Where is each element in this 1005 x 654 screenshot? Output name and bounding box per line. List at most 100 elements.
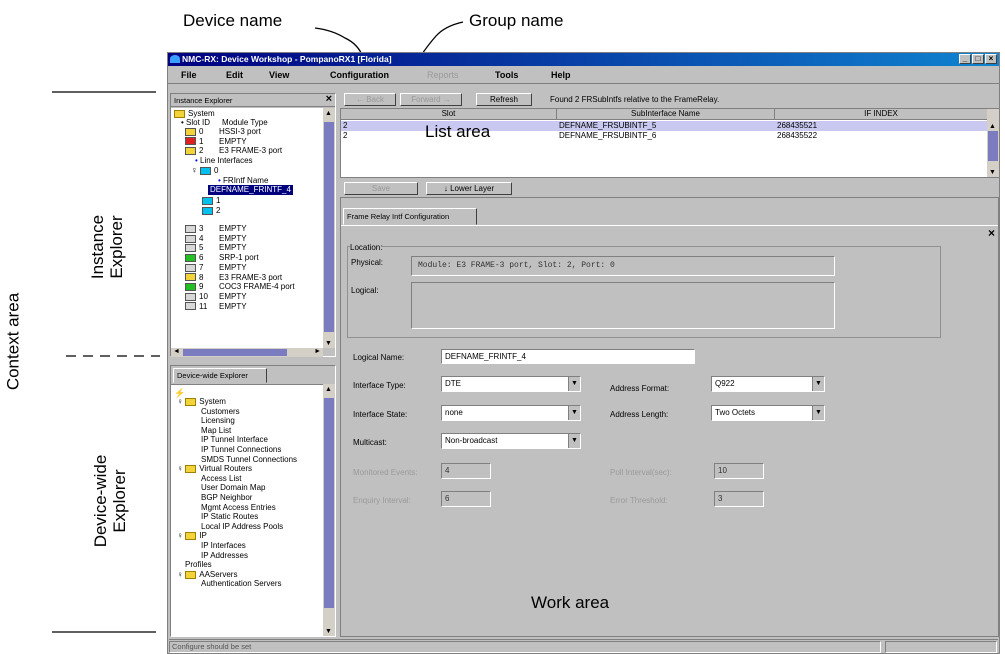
scroll-thumb[interactable] [988,131,998,161]
scroll-up-icon: ▲ [989,123,996,130]
menu-view[interactable]: View [269,70,289,80]
slot-node[interactable]: 5 EMPTY [185,243,247,253]
device-tree-item[interactable]: Profiles [185,560,212,570]
refresh-button[interactable]: Refresh [476,93,532,106]
logical-name-input[interactable]: DEFNAME_FRINTF_4 [441,349,695,364]
slot-node[interactable]: 9 COC3 FRAME-4 port [185,282,295,292]
table-cell: 2 [343,121,348,130]
scroll-down-icon: ▼ [325,628,332,635]
work-toolbar: Save ↓ Lower Layer [340,181,999,196]
device-tree-item[interactable]: Licensing [201,416,235,426]
device-tree-item[interactable]: BGP Neighbor [201,493,252,503]
close-window-button[interactable]: × [985,54,997,64]
interface-state-select[interactable]: none ▼ [441,405,581,421]
menu-help[interactable]: Help [551,70,571,80]
menu-configuration[interactable]: Configuration [330,70,389,80]
device-explorer-tab[interactable]: Device-wide Explorer [173,368,267,383]
folder-icon [174,109,185,118]
menu-file[interactable]: File [181,70,197,80]
device-tree-item[interactable]: IP Tunnel Interface [201,435,268,445]
device-tree-item[interactable]: Local IP Address Pools [201,522,283,532]
folder-icon [185,397,197,406]
back-button[interactable]: ← Back [344,93,396,106]
device-vertical-scrollbar[interactable]: ▲ ▼ [323,384,335,636]
device-tree-item[interactable]: Customers [201,407,240,417]
device-tree-folder[interactable]: ♀ IP [177,531,207,541]
interface-type-select[interactable]: DTE ▼ [441,376,581,392]
forward-button[interactable]: Forward → [400,93,462,106]
menu-tools[interactable]: Tools [495,70,518,80]
column-slot[interactable]: Slot [341,109,557,120]
selected-frintf-node[interactable]: DEFNAME_FRINTF_4 [208,185,293,195]
scroll-thumb[interactable] [324,398,334,608]
sub-1-node[interactable]: 1 [202,196,220,206]
scroll-down-icon: ▼ [325,340,332,347]
module-icon [185,137,196,146]
module-icon [185,127,196,136]
expand-icon[interactable]: ♀ [177,397,185,406]
module-icon [185,224,196,233]
device-tree-item[interactable]: IP Tunnel Connections [201,445,281,455]
device-tree-item[interactable]: IP Interfaces [201,541,246,551]
sub-0-node[interactable]: ♀ 0 [191,165,218,176]
multicast-label: Multicast: [353,438,387,447]
close-tab-button[interactable]: × [988,226,995,240]
device-tree-item[interactable]: Access List [201,474,241,484]
device-tree-folder[interactable]: ♀ AAServers [177,570,237,580]
device-tree-item[interactable]: SMDS Tunnel Connections [201,455,297,465]
slot-node[interactable]: 11 EMPTY [185,302,247,312]
device-tree-item[interactable]: User Domain Map [201,483,265,493]
instance-explorer-close-button[interactable]: × [326,93,332,105]
slot-node[interactable]: 7 EMPTY [185,263,247,273]
address-length-select[interactable]: Two Octets ▼ [711,405,825,421]
scroll-left-icon: ◄ [173,348,180,355]
line-interfaces-node[interactable]: • Line Interfaces [195,156,253,166]
module-icon [185,147,196,156]
table-cell: DEFNAME_FRSUBINTF_6 [559,131,657,140]
scroll-thumb[interactable] [324,122,334,332]
slot-node[interactable]: 2 E3 FRAME-3 port [185,146,282,156]
slot-node[interactable]: 6 SRP-1 port [185,253,259,263]
address-format-select[interactable]: Q922 ▼ [711,376,825,392]
column-if-index[interactable]: IF INDEX [775,109,987,120]
lower-layer-button[interactable]: ↓ Lower Layer [426,182,512,195]
slot-node[interactable]: 8 E3 FRAME-3 port [185,273,282,283]
device-workshop-window: NMC-RX: Device Workshop - PompanoRX1 [Fl… [167,52,1000,654]
save-button[interactable]: Save [344,182,418,195]
location-label: Location: [350,243,383,252]
menu-edit[interactable]: Edit [226,70,243,80]
device-tree-folder[interactable]: ♀ Virtual Routers [177,464,252,474]
slot-node[interactable]: 10 EMPTY [185,292,247,302]
hscroll-thumb[interactable] [183,349,287,356]
device-tree-item[interactable]: Map List [201,426,231,436]
monitored-events-label: Monitored Events: [353,468,418,477]
device-tree-item[interactable]: Authentication Servers [201,579,282,589]
instance-vertical-scrollbar[interactable]: ▲ ▼ [323,108,335,348]
slot-node[interactable]: 0 HSSI-3 port [185,127,261,137]
expand-icon[interactable]: ♀ [177,464,185,473]
status-bar: Configure should be set [169,639,998,653]
list-scrollbar[interactable]: ▲ ▼ [987,109,999,177]
maximize-button[interactable]: □ [972,54,984,64]
device-tree-item[interactable]: IP Static Routes [201,512,258,522]
menu-reports[interactable]: Reports [427,70,459,80]
module-icon [185,292,196,301]
column-subinterface-name[interactable]: SubInterface Name [557,109,775,120]
slot-node[interactable]: 1 EMPTY [185,137,247,147]
expand-icon[interactable]: ♀ [177,531,185,540]
slot-node[interactable]: 3 EMPTY [185,224,247,234]
folder-icon [185,532,197,541]
device-tree-item[interactable]: Mgmt Access Entries [201,503,276,513]
device-tree-folder[interactable]: ♀ System [177,397,226,407]
instance-horizontal-scrollbar[interactable]: ◄ ► [171,348,323,357]
expand-icon[interactable]: ♀ [177,570,185,579]
minimize-button[interactable]: _ [959,54,971,64]
list-area: Slot SubInterface Name IF INDEX 2 DEFNAME… [340,108,999,178]
sub-2-node[interactable]: 2 [202,206,220,216]
instance-explorer-header: Instance Explorer × [171,93,335,107]
multicast-select[interactable]: Non-broadcast ▼ [441,433,581,449]
slot-node[interactable]: 4 EMPTY [185,234,247,244]
tab-divider [341,225,998,226]
device-tree-item[interactable]: IP Addresses [201,551,248,561]
frame-relay-config-tab[interactable]: Frame Relay Intf Configuration [343,208,477,225]
